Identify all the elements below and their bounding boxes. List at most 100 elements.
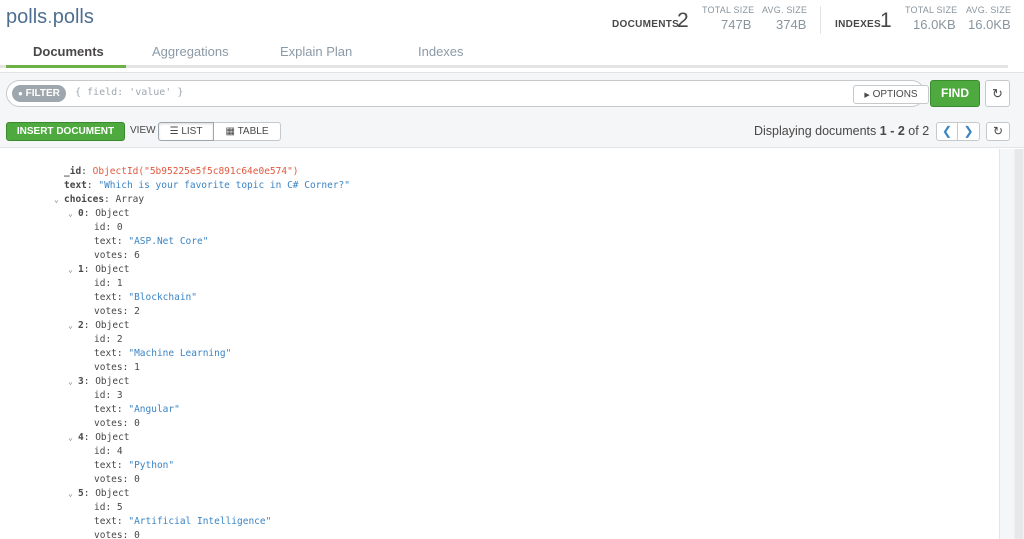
caret-right-icon: ▶ bbox=[864, 92, 870, 99]
field-type: Object bbox=[95, 320, 130, 331]
scrollbar-thumb[interactable] bbox=[1015, 149, 1023, 539]
field-value: "Python" bbox=[128, 460, 175, 471]
filter-input[interactable]: ● FILTER { field: 'value' } ▶ OPTIONS bbox=[6, 80, 929, 107]
field-key: text bbox=[94, 348, 117, 359]
field-key: choices bbox=[64, 194, 105, 205]
tab-documents[interactable]: Documents bbox=[33, 44, 104, 59]
chevron-left-icon: ❮ bbox=[941, 124, 953, 138]
field-row-text[interactable]: text: "Artificial Intelligence" bbox=[94, 515, 271, 529]
array-element-row[interactable]: ⌄ 1: Object bbox=[68, 263, 130, 277]
docs-total-size-label: TOTAL SIZE bbox=[702, 5, 755, 15]
field-key: id bbox=[94, 446, 106, 457]
field-type: Object bbox=[95, 208, 130, 219]
displaying-range: 1 - 2 bbox=[879, 124, 905, 138]
view-table-label: TABLE bbox=[237, 126, 269, 137]
tab-explain-plan[interactable]: Explain Plan bbox=[280, 44, 352, 59]
tab-indexes[interactable]: Indexes bbox=[418, 44, 464, 59]
array-element-row[interactable]: ⌄ 2: Object bbox=[68, 319, 130, 333]
query-history-button[interactable]: ↻ bbox=[985, 80, 1010, 107]
chevron-down-icon[interactable]: ⌄ bbox=[68, 431, 78, 445]
chevron-down-icon[interactable]: ⌄ bbox=[54, 193, 64, 207]
chevron-down-icon[interactable]: ⌄ bbox=[68, 319, 78, 333]
chevron-down-icon[interactable]: ⌄ bbox=[68, 207, 78, 221]
field-value: 2 bbox=[116, 334, 123, 345]
field-value: "Angular" bbox=[128, 404, 180, 415]
field-key: text bbox=[94, 292, 117, 303]
array-element-row[interactable]: ⌄ 5: Object bbox=[68, 487, 130, 501]
chevron-down-icon[interactable]: ⌄ bbox=[68, 375, 78, 389]
field-row-votes[interactable]: votes: 2 bbox=[94, 305, 140, 319]
field-row-text[interactable]: text: "Machine Learning" bbox=[94, 347, 231, 361]
field-row-text[interactable]: text: "Python" bbox=[94, 459, 174, 473]
field-key: votes bbox=[94, 250, 123, 261]
array-element-row[interactable]: ⌄ 0: Object bbox=[68, 207, 130, 221]
collection-header: polls.polls DOCUMENTS 2 TOTAL SIZE 747B … bbox=[0, 0, 1024, 40]
field-value: 4 bbox=[116, 446, 123, 457]
history-icon: ↻ bbox=[992, 86, 1003, 101]
field-value: 6 bbox=[134, 250, 140, 261]
displaying-prefix: Displaying documents bbox=[754, 124, 877, 138]
view-list-button[interactable]: ☰ LIST bbox=[158, 122, 214, 141]
list-icon: ☰ bbox=[169, 126, 179, 137]
field-row-votes[interactable]: votes: 0 bbox=[94, 417, 140, 431]
array-element-row[interactable]: ⌄ 4: Object bbox=[68, 431, 130, 445]
indexes-label: INDEXES bbox=[835, 19, 882, 30]
idx-total-size: 16.0KB bbox=[913, 17, 956, 32]
documents-toolbar: INSERT DOCUMENT VIEW ☰ LIST ▦ TABLE Disp… bbox=[0, 112, 1024, 148]
field-value-objectid: ObjectId("5b95225e5f5c891c64e0e574") bbox=[92, 166, 299, 177]
idx-avg-size-label: AVG. SIZE bbox=[966, 5, 1012, 15]
documents-count: 2 bbox=[677, 9, 689, 32]
field-row-id[interactable]: id: 3 bbox=[94, 389, 123, 403]
field-key: text bbox=[94, 516, 117, 527]
view-list-label: LIST bbox=[181, 126, 203, 137]
insert-document-button[interactable]: INSERT DOCUMENT bbox=[6, 122, 125, 141]
vertical-scrollbar[interactable] bbox=[1014, 149, 1024, 539]
field-row-text[interactable]: text: "Blockchain" bbox=[94, 291, 197, 305]
field-value: 2 bbox=[134, 306, 140, 317]
field-row-votes[interactable]: votes: 0 bbox=[94, 473, 140, 487]
field-row-votes[interactable]: votes: 0 bbox=[94, 529, 140, 539]
chevron-right-icon: ❯ bbox=[963, 124, 974, 138]
field-row-id[interactable]: id: 5 bbox=[94, 501, 123, 515]
query-bar: ● FILTER { field: 'value' } ▶ OPTIONS FI… bbox=[0, 72, 1024, 112]
field-value: 5 bbox=[116, 502, 123, 513]
field-row-id[interactable]: id: 4 bbox=[94, 445, 123, 459]
docs-avg-size-label: AVG. SIZE bbox=[762, 5, 808, 15]
documents-list: _id: ObjectId("5b95225e5f5c891c64e0e574"… bbox=[0, 149, 1024, 539]
field-row-choices[interactable]: ⌄ choices: Array bbox=[54, 193, 144, 207]
next-page-button[interactable]: ❯ bbox=[958, 122, 980, 141]
field-type: Object bbox=[95, 432, 130, 443]
refresh-button[interactable]: ↻ bbox=[986, 122, 1010, 141]
options-button[interactable]: ▶ OPTIONS bbox=[853, 85, 929, 104]
field-key: votes bbox=[94, 530, 123, 539]
field-value: "Blockchain" bbox=[128, 292, 197, 303]
field-value: 0 bbox=[134, 474, 140, 485]
field-key: text bbox=[64, 180, 87, 191]
field-row-text[interactable]: text: "Angular" bbox=[94, 403, 180, 417]
previous-page-button[interactable]: ❮ bbox=[936, 122, 958, 141]
field-row-id[interactable]: _id: ObjectId("5b95225e5f5c891c64e0e574"… bbox=[64, 165, 299, 179]
field-value: "ASP.Net Core" bbox=[128, 236, 209, 247]
field-row-votes[interactable]: votes: 6 bbox=[94, 249, 140, 263]
field-value: 3 bbox=[116, 390, 123, 401]
field-row-id[interactable]: id: 2 bbox=[94, 333, 123, 347]
field-value: 1 bbox=[116, 278, 123, 289]
field-row-text[interactable]: text: "Which is your favorite topic in C… bbox=[64, 179, 350, 193]
docs-avg-size: 374B bbox=[776, 17, 807, 32]
chevron-down-icon[interactable]: ⌄ bbox=[68, 263, 78, 277]
array-element-row[interactable]: ⌄ 3: Object bbox=[68, 375, 130, 389]
tab-aggregations[interactable]: Aggregations bbox=[152, 44, 229, 59]
chevron-down-icon[interactable]: ⌄ bbox=[68, 487, 78, 501]
field-key: votes bbox=[94, 362, 123, 373]
field-key: votes bbox=[94, 418, 123, 429]
idx-avg-size: 16.0KB bbox=[968, 17, 1011, 32]
field-row-votes[interactable]: votes: 1 bbox=[94, 361, 140, 375]
field-value: "Artificial Intelligence" bbox=[128, 516, 272, 527]
field-row-id[interactable]: id: 1 bbox=[94, 277, 123, 291]
find-button[interactable]: FIND bbox=[930, 80, 980, 107]
stats-divider bbox=[820, 6, 821, 34]
view-table-button[interactable]: ▦ TABLE bbox=[214, 122, 281, 141]
document-card[interactable]: _id: ObjectId("5b95225e5f5c891c64e0e574"… bbox=[0, 149, 1000, 539]
field-row-text[interactable]: text: "ASP.Net Core" bbox=[94, 235, 208, 249]
field-row-id[interactable]: id: 0 bbox=[94, 221, 123, 235]
